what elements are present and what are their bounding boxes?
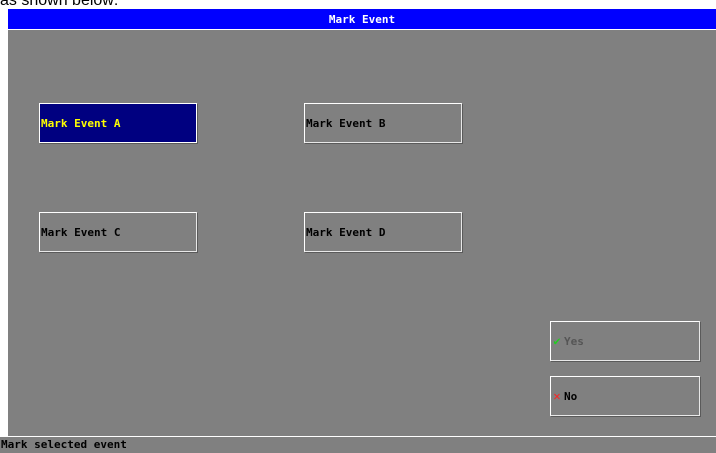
no-button[interactable]: ✕ No (550, 376, 700, 416)
mark-event-b-label: Mark Event B (306, 116, 386, 130)
mark-event-a-button[interactable]: Mark Event A (39, 103, 197, 143)
status-text: Mark selected event (1, 438, 127, 451)
no-label: No (564, 389, 578, 403)
yes-label: Yes (564, 334, 584, 348)
check-icon: ✔ (553, 334, 561, 348)
mark-event-c-button[interactable]: Mark Event C (39, 212, 197, 252)
mark-event-dialog: Mark Event Mark Event A Mark Event B Mar… (8, 9, 716, 453)
yes-button[interactable]: ✔ Yes (550, 321, 700, 361)
status-bar: Mark selected event (0, 436, 716, 453)
x-icon: ✕ (553, 389, 561, 403)
page-caption: as shown below: (0, 0, 300, 8)
mark-event-a-label: Mark Event A (41, 116, 121, 130)
mark-event-d-button[interactable]: Mark Event D (304, 212, 462, 252)
mark-event-b-button[interactable]: Mark Event B (304, 103, 462, 143)
mark-event-d-label: Mark Event D (306, 225, 386, 239)
dialog-title: Mark Event (8, 9, 716, 30)
mark-event-c-label: Mark Event C (41, 225, 121, 239)
